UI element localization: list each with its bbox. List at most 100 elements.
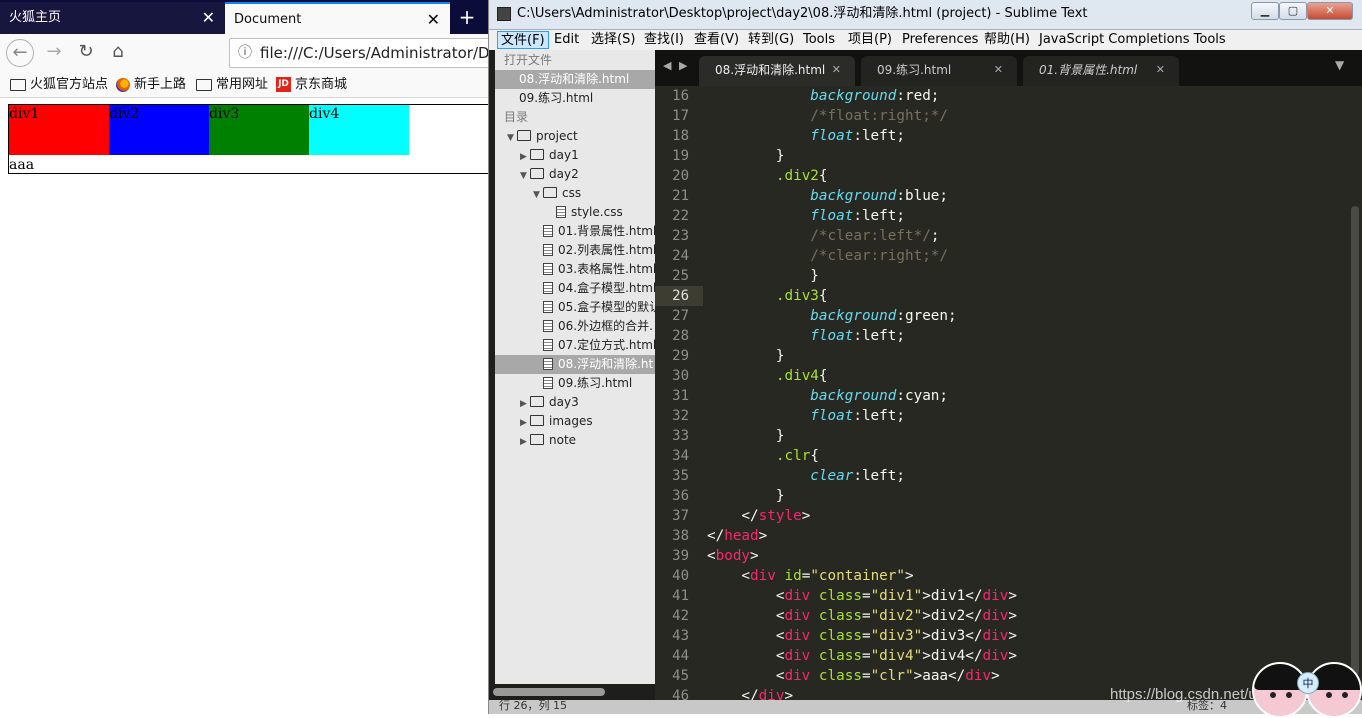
close-tab-icon[interactable]: ✕ [202,2,215,34]
menu-js-completions[interactable]: JavaScript Completions Tools [1036,31,1229,49]
bookmark-getting-started[interactable]: 新手上路 [116,75,186,95]
collapsed-arrow-icon[interactable]: ▶ [520,395,530,412]
browser-tab-document[interactable]: Document ✕ [225,2,450,34]
menu-selection[interactable]: 选择(S) [588,31,638,49]
file-icon [543,263,553,275]
sidebar-file-item[interactable]: 06.外边框的合并. [495,317,655,336]
file-icon [543,377,553,389]
home-icon[interactable]: ⌂ [104,39,132,67]
menu-project[interactable]: 项目(P) [845,31,895,49]
div3-box: div3 [209,105,309,155]
close-tab-icon[interactable]: ✕ [994,56,1003,84]
sidebar-file-item[interactable]: 01.背景属性.html [495,222,655,241]
collapsed-arrow-icon[interactable]: ▶ [520,414,530,431]
code-line: float:left; [810,328,905,344]
bookmark-firefox-official[interactable]: 火狐官方站点 [10,75,108,95]
browser-navbar: ← → ↻ ⌂ ⓘ file:///C:/Users/Administrator… [0,34,490,72]
bookmark-jd[interactable]: JD 京东商城 [276,75,347,95]
sidebar-item-label: 02.列表属性.html [558,243,655,257]
sidebar-file-item[interactable]: 03.表格属性.html [495,260,655,279]
forward-arrow-icon[interactable]: → [40,39,68,67]
code-line: /*clear:left*/; [810,228,940,244]
sidebar-file-item[interactable]: 05.盒子模型的默认 [495,298,655,317]
reload-icon[interactable]: ↻ [72,39,100,67]
folder-icon [530,415,544,426]
editor-tab[interactable]: 09.练习.html ✕ [861,56,1017,86]
sidebar-folder-item[interactable]: ▶ day3 [495,393,655,412]
menu-find[interactable]: 查找(I) [641,31,687,49]
line-number: 35 [672,468,689,484]
browser-tab-home[interactable]: 火狐主页 ✕ [0,2,225,34]
sidebar-folder-item[interactable]: ▶ note [495,431,655,450]
back-arrow-icon[interactable]: ← [6,39,34,67]
line-number: 30 [672,368,689,384]
code-line: background:red; [810,88,940,104]
sidebar-file-item[interactable]: 08.浮动和清除.ht [495,355,655,374]
expanded-arrow-icon[interactable]: ▼ [533,186,543,203]
code-line: .div2{ [775,168,828,184]
sidebar-file-item[interactable]: 04.盒子模型.html [495,279,655,298]
info-icon[interactable]: ⓘ [238,39,252,67]
avatar: 中 [1252,660,1362,718]
close-window-button[interactable]: ✕ [1307,2,1353,20]
collapsed-arrow-icon[interactable]: ▶ [520,433,530,450]
folders-header: 目录 [504,110,529,124]
open-file-item[interactable]: 09.练习.html [495,89,655,108]
folder-icon [530,434,544,445]
sidebar-file-item[interactable]: style.css [495,203,655,222]
sidebar-folder-item[interactable]: ▼ day2 [495,165,655,184]
div4-box: div4 [309,105,409,155]
collapsed-arrow-icon[interactable]: ▶ [520,148,530,165]
sidebar-item-label: css [562,186,582,200]
new-tab-icon[interactable]: + [452,2,482,34]
menu-tools[interactable]: Tools [800,31,838,49]
vertical-scrollbar[interactable] [1347,86,1362,700]
sidebar-item-label: 06.外边框的合并. [558,319,653,333]
menu-goto[interactable]: 转到(G) [745,31,797,49]
line-number: 18 [672,128,689,144]
folder-icon [10,78,26,91]
sidebar-scrollbar[interactable] [493,688,605,696]
sidebar-file-item[interactable]: 09.练习.html [495,374,655,393]
menu-file[interactable]: 文件(F) [497,31,549,49]
sidebar-folder-item[interactable]: ▶ images [495,412,655,431]
menu-view[interactable]: 查看(V) [691,31,742,49]
tab-next-icon[interactable]: ▶ [679,59,687,72]
line-gutter: 16 17 18 19 20 21 22 23 24 25 26 27 28 29 30 31 32 33 34 35… [655,86,703,700]
sublime-app-icon [497,7,511,21]
code-line: <div class="div3">div3</div> [707,628,1017,644]
sidebar-file-item[interactable]: 07.定位方式.html [495,336,655,355]
url-bar[interactable]: ⓘ file:///C:/Users/Administrator/Desktop… [229,38,490,68]
menu-edit[interactable]: Edit [551,31,582,49]
open-file-item[interactable]: 08.浮动和清除.html [495,70,655,89]
bookmark-common-sites[interactable]: 常用网址 [196,75,268,95]
sidebar-item-label: 07.定位方式.html [558,338,655,352]
tab-list-icon[interactable]: ▼ [1335,58,1344,72]
sidebar-item-label: style.css [571,205,623,219]
maximize-button[interactable]: ▢ [1279,2,1307,20]
close-tab-icon[interactable]: ✕ [832,56,841,84]
menu-preferences[interactable]: Preferences [899,31,981,49]
sidebar-file-item[interactable]: 02.列表属性.html [495,241,655,260]
sidebar-folder-item[interactable]: ▼ css [495,184,655,203]
editor-tab[interactable]: 01.背景属性.html ✕ [1023,56,1179,86]
close-tab-icon[interactable]: ✕ [1156,56,1165,84]
close-tab-icon[interactable]: ✕ [427,4,440,36]
menu-help[interactable]: 帮助(H) [981,31,1033,49]
code-line: .div3{ [775,288,828,304]
expanded-arrow-icon[interactable]: ▼ [520,167,530,184]
sidebar-folder-item[interactable]: ▼ project [495,127,655,146]
editor-tab-active[interactable]: 08.浮动和清除.html ✕ [699,56,855,86]
open-folder-icon [530,168,544,179]
line-number: 43 [672,628,689,644]
tab-prev-icon[interactable]: ◀ [663,59,671,72]
line-number: 17 [672,108,689,124]
file-icon [543,282,553,294]
code-line: /*float:right;*/ [810,108,949,124]
expanded-arrow-icon[interactable]: ▼ [507,129,517,146]
code-editor[interactable]: 16 17 18 19 20 21 22 23 24 25 26 27 28 29 30 31 32 33 34 35… [655,86,1347,700]
minimize-button[interactable]: ▁ [1251,2,1279,20]
scrollbar-thumb[interactable] [1351,206,1359,676]
line-number: 27 [672,308,689,324]
sidebar-folder-item[interactable]: ▶ day1 [495,146,655,165]
